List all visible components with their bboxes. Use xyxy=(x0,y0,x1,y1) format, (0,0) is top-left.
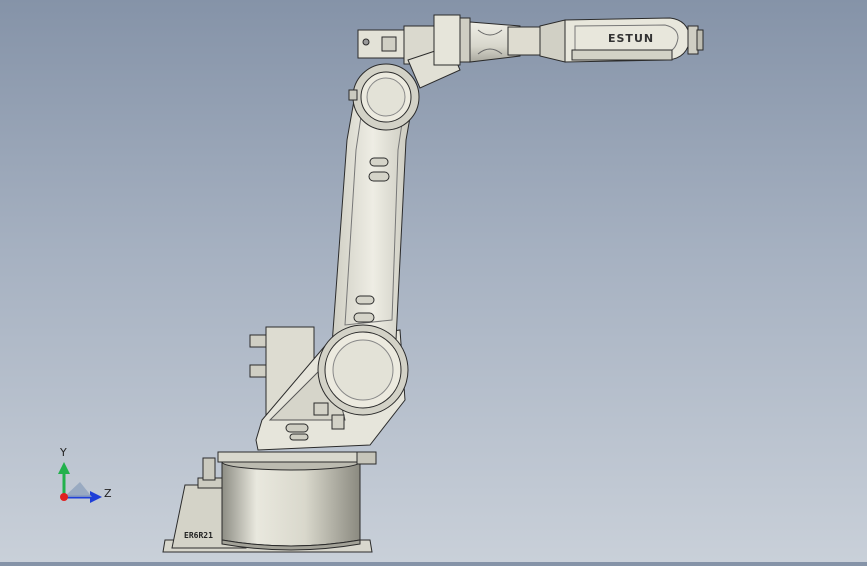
coordinate-triad: Y Z xyxy=(58,446,112,503)
robot-base: ER6R21 xyxy=(162,451,377,553)
base-cylinder xyxy=(221,461,361,547)
z-axis-label: Z xyxy=(104,487,112,500)
robot-lower-arm xyxy=(317,63,420,416)
3d-viewport[interactable]: ER6R21 ESTUN Y Z xyxy=(0,0,867,562)
brand-label: ESTUN xyxy=(608,32,654,45)
robot-arm-model[interactable]: ER6R21 ESTUN Y Z xyxy=(0,0,867,562)
triad-plane xyxy=(64,482,92,497)
triad-origin xyxy=(60,493,68,501)
y-axis-label: Y xyxy=(59,446,67,459)
base-plate-label: ER6R21 xyxy=(184,531,213,540)
